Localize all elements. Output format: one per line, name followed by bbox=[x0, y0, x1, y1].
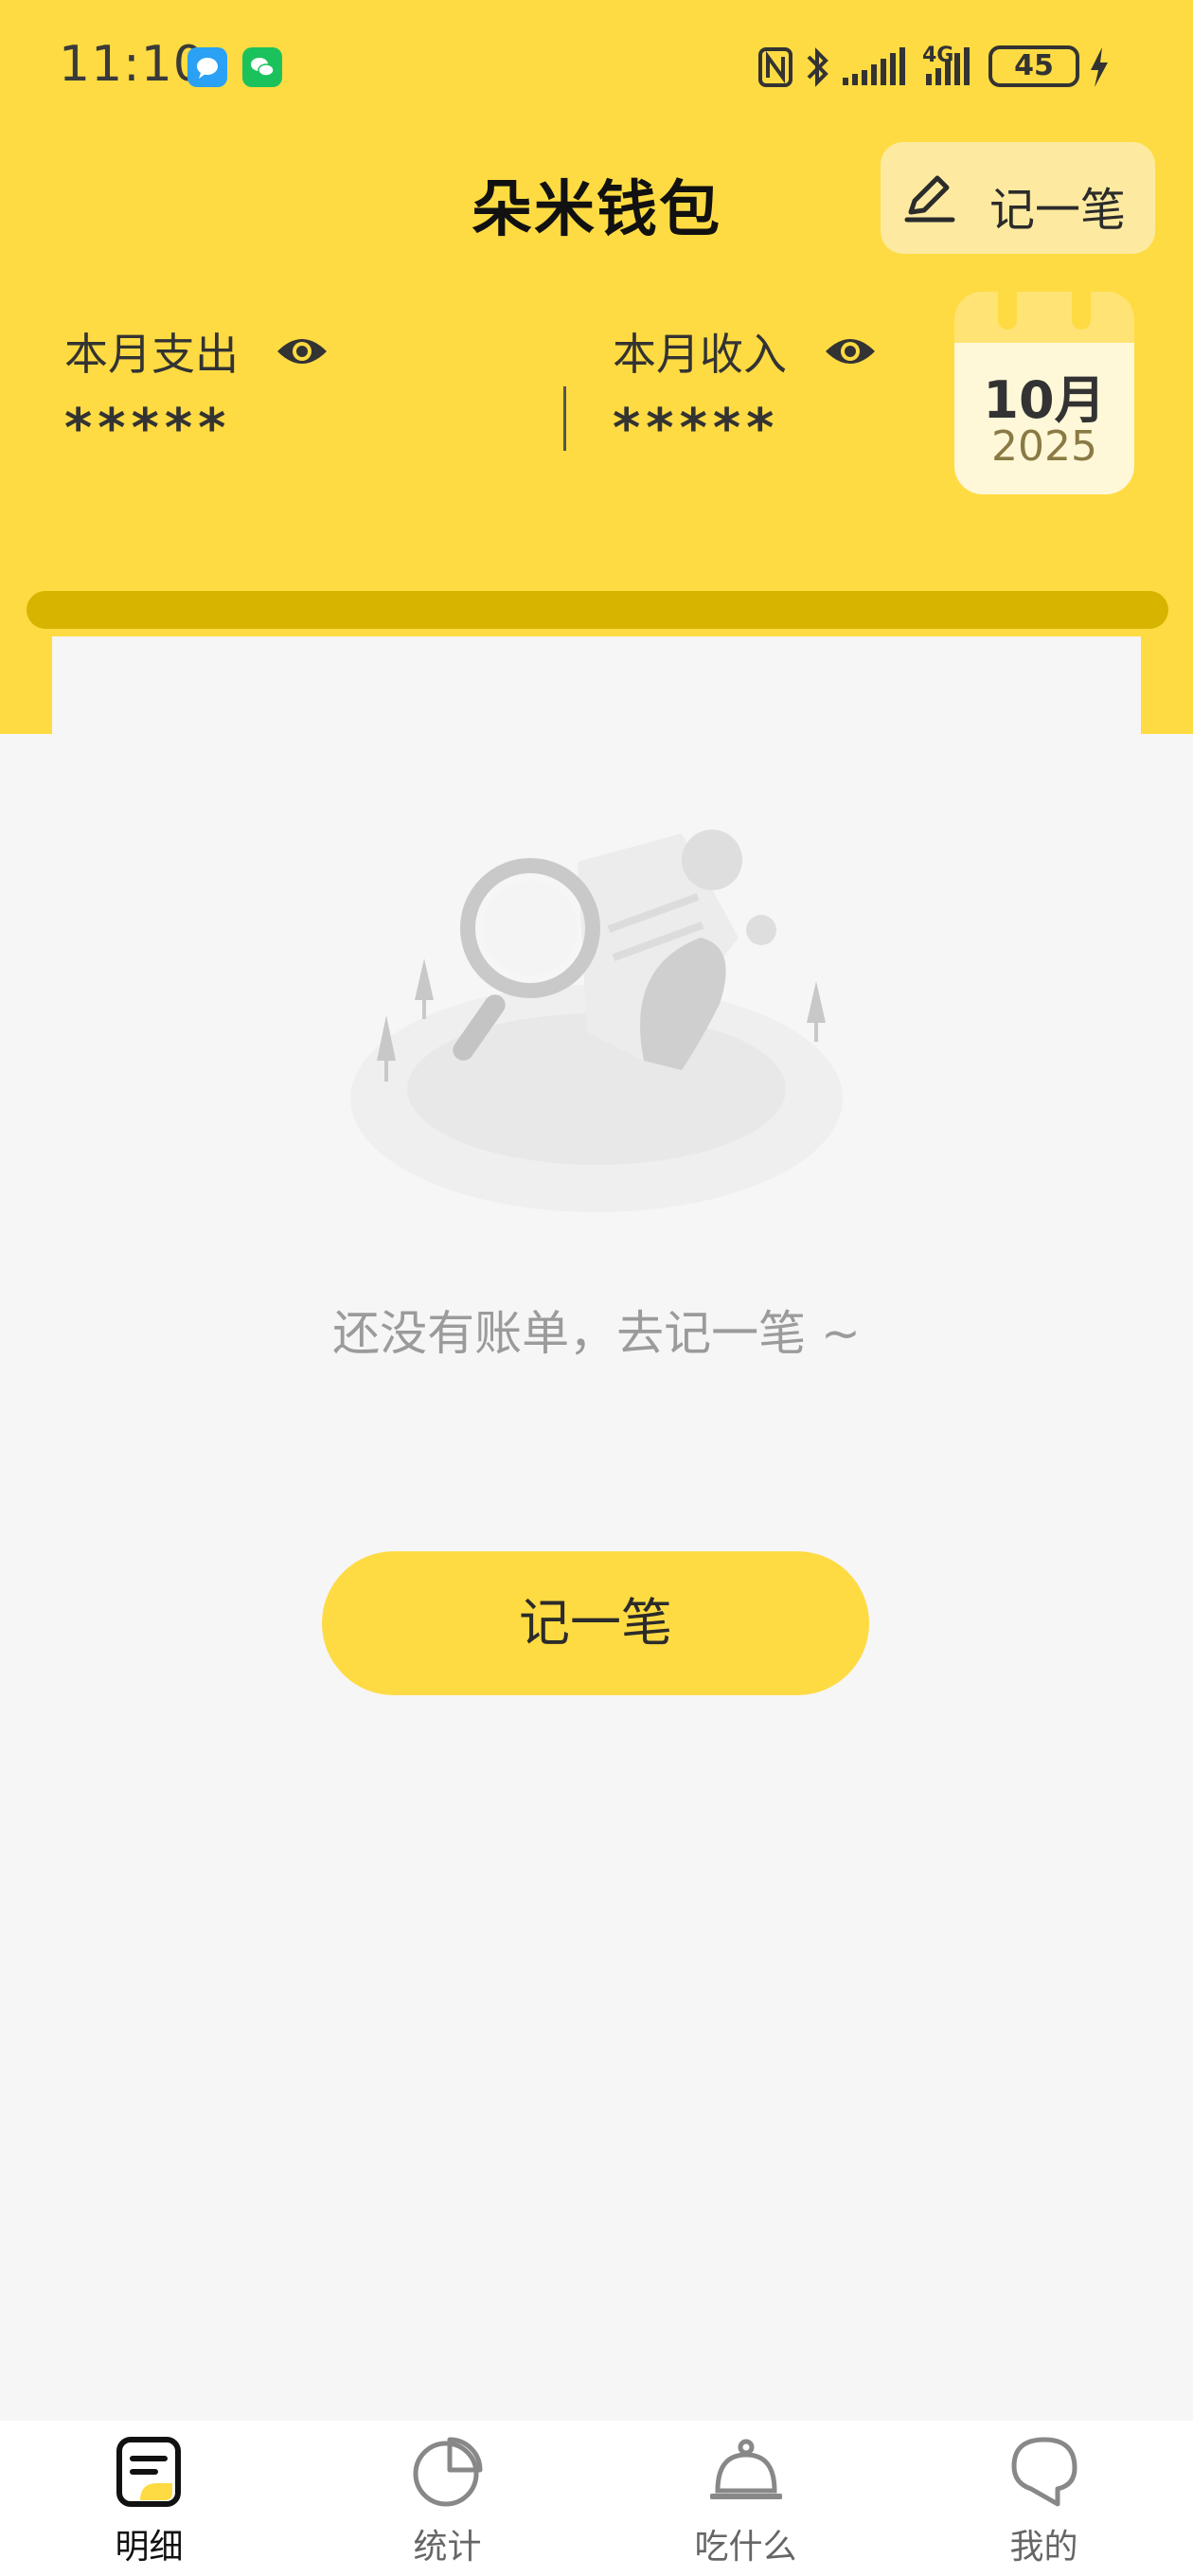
income-label: 本月收入 bbox=[613, 329, 787, 380]
monthly-expense: 本月支出 ***** bbox=[64, 320, 329, 459]
nfc-icon bbox=[758, 47, 792, 87]
eye-toggle-icon[interactable] bbox=[276, 332, 329, 370]
food-cloche-icon bbox=[710, 2439, 782, 2499]
nav-label: 统计 bbox=[413, 2528, 482, 2567]
nav-item-food[interactable]: 吃什么 bbox=[596, 2421, 895, 2576]
calendar-header bbox=[954, 292, 1134, 343]
nav-label: 明细 bbox=[115, 2528, 184, 2567]
nav-label: 我的 bbox=[1009, 2528, 1078, 2567]
battery-indicator: 45 bbox=[988, 45, 1079, 87]
pencil-icon bbox=[904, 175, 955, 223]
wechat-icon bbox=[242, 47, 282, 87]
signal-4g-icon bbox=[926, 47, 970, 85]
record-button-top[interactable]: 记一笔 bbox=[881, 142, 1155, 254]
calendar-year: 2025 bbox=[991, 422, 1097, 471]
monthly-income: 本月收入 ***** bbox=[613, 320, 877, 459]
status-bar: 11:10 4G 45 bbox=[0, 0, 1193, 133]
bottom-nav: 明细 统计 吃什么 我的 bbox=[0, 2421, 1193, 2576]
summary-divider bbox=[563, 386, 566, 451]
nav-label: 吃什么 bbox=[694, 2528, 797, 2567]
calendar-ring bbox=[1072, 292, 1091, 330]
income-value: ***** bbox=[613, 398, 780, 459]
ticket-slot bbox=[27, 591, 1168, 629]
pie-chart-icon bbox=[413, 2437, 483, 2507]
calendar-ring bbox=[998, 292, 1017, 330]
nav-item-profile[interactable]: 我的 bbox=[895, 2421, 1193, 2576]
empty-bill-illustration bbox=[350, 830, 843, 1212]
signal-icon bbox=[843, 47, 905, 85]
empty-message: 还没有账单，去记一笔 ~ bbox=[332, 1306, 861, 1361]
profile-icon bbox=[1011, 2437, 1077, 2507]
expense-label: 本月支出 bbox=[64, 329, 239, 380]
bill-detail-icon bbox=[116, 2437, 181, 2507]
record-button-label: 记一笔 bbox=[989, 184, 1127, 237]
expense-value: ***** bbox=[64, 398, 232, 459]
status-time: 11:10 bbox=[59, 36, 205, 93]
eye-toggle-icon[interactable] bbox=[824, 332, 877, 370]
nav-item-stats[interactable]: 统计 bbox=[298, 2421, 596, 2576]
nav-item-detail[interactable]: 明细 bbox=[0, 2421, 298, 2576]
month-picker[interactable]: 10月 2025 bbox=[954, 292, 1134, 494]
bluetooth-icon bbox=[807, 47, 828, 87]
system-icons: 4G 45 bbox=[757, 44, 1136, 95]
charging-icon bbox=[1091, 47, 1108, 87]
message-app-icon bbox=[187, 47, 227, 87]
record-button[interactable]: 记一笔 bbox=[322, 1551, 869, 1695]
